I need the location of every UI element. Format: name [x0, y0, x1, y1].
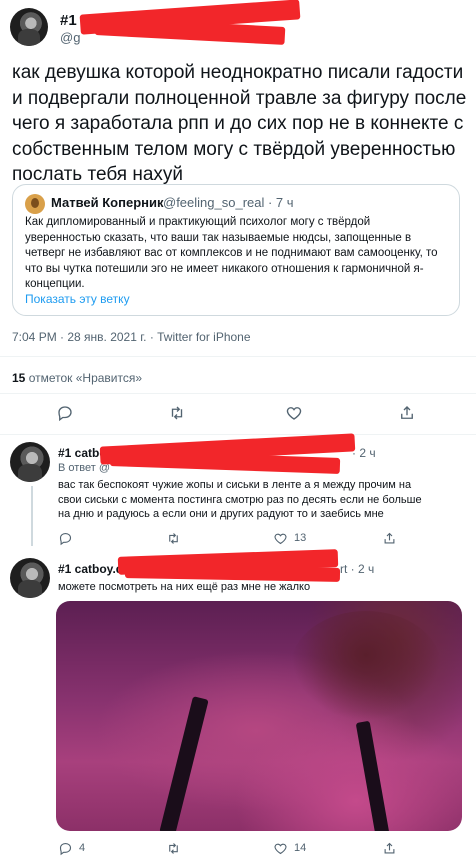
photo-detail — [159, 696, 209, 831]
reply1-action-bar: 13 — [0, 526, 476, 550]
retweet-icon — [169, 532, 178, 544]
avatar[interactable] — [10, 442, 50, 482]
like-count: 14 — [294, 842, 307, 854]
retweet-icon — [171, 406, 183, 420]
avatar[interactable] — [10, 558, 50, 598]
divider — [0, 356, 476, 357]
share-button[interactable] — [382, 836, 397, 858]
reply-text: можете посмотреть на них ещё раз мне не … — [58, 581, 311, 593]
like-button[interactable]: 14 — [273, 836, 306, 858]
photo-detail — [355, 720, 391, 831]
reply-timestamp[interactable]: rt · 2 ч — [340, 562, 374, 576]
like-icon — [274, 533, 287, 544]
quote-text: Как дипломированный и практикующий психо… — [25, 216, 438, 290]
quote-author-name: Матвей Коперник — [51, 195, 164, 210]
display-name[interactable]: #1 — [60, 12, 77, 29]
reply-icon — [58, 406, 72, 422]
reply-count: 4 — [79, 842, 86, 854]
like-button[interactable] — [285, 401, 303, 425]
likes-summary[interactable]: 15 отметок «Нравится» — [12, 371, 142, 385]
attached-photo[interactable] — [56, 601, 462, 831]
share-button[interactable] — [398, 401, 416, 425]
reply-icon — [59, 532, 72, 545]
like-button[interactable]: 13 — [273, 526, 306, 550]
share-icon — [401, 406, 413, 419]
retweet-icon — [169, 842, 178, 854]
reply2-action-bar: 4 14 — [0, 836, 476, 858]
retweet-button[interactable] — [166, 836, 187, 858]
tweet-meta[interactable]: 7:04 PM · 28 янв. 2021 г. · Twitter for … — [12, 330, 251, 344]
retweet-button[interactable] — [166, 526, 187, 550]
like-count: 13 — [294, 532, 307, 544]
reply-button[interactable]: 4 — [58, 836, 85, 858]
share-icon — [384, 532, 395, 543]
reply-icon — [59, 842, 72, 855]
divider — [0, 434, 476, 435]
quote-avatar — [25, 194, 45, 214]
divider — [0, 393, 476, 394]
handle[interactable]: @g — [60, 30, 80, 45]
reply-button[interactable] — [58, 526, 79, 550]
likes-count: 15 — [12, 371, 26, 385]
retweet-button[interactable] — [168, 401, 186, 425]
like-icon — [286, 407, 302, 420]
share-button[interactable] — [382, 526, 397, 550]
quoted-tweet[interactable]: Матвей Коперник @feeling_so_real · 7 ч К… — [12, 184, 460, 316]
quote-author-handle: @feeling_so_real · 7 ч — [163, 195, 294, 210]
share-icon — [384, 842, 395, 853]
reply-button[interactable] — [56, 401, 74, 425]
tweet-text: как девушка которой неоднократно писали … — [12, 62, 467, 185]
main-action-bar — [0, 401, 476, 425]
show-thread-link[interactable]: Показать эту ветку — [25, 292, 130, 306]
like-icon — [274, 843, 287, 854]
reply-text: вас так беспокоят чужие жопы и сиськи в … — [58, 479, 422, 520]
reply-timestamp[interactable]: · 2 ч — [352, 446, 376, 460]
photo-detail — [291, 611, 441, 721]
likes-label: отметок «Нравится» — [25, 371, 143, 385]
avatar[interactable] — [10, 8, 48, 46]
